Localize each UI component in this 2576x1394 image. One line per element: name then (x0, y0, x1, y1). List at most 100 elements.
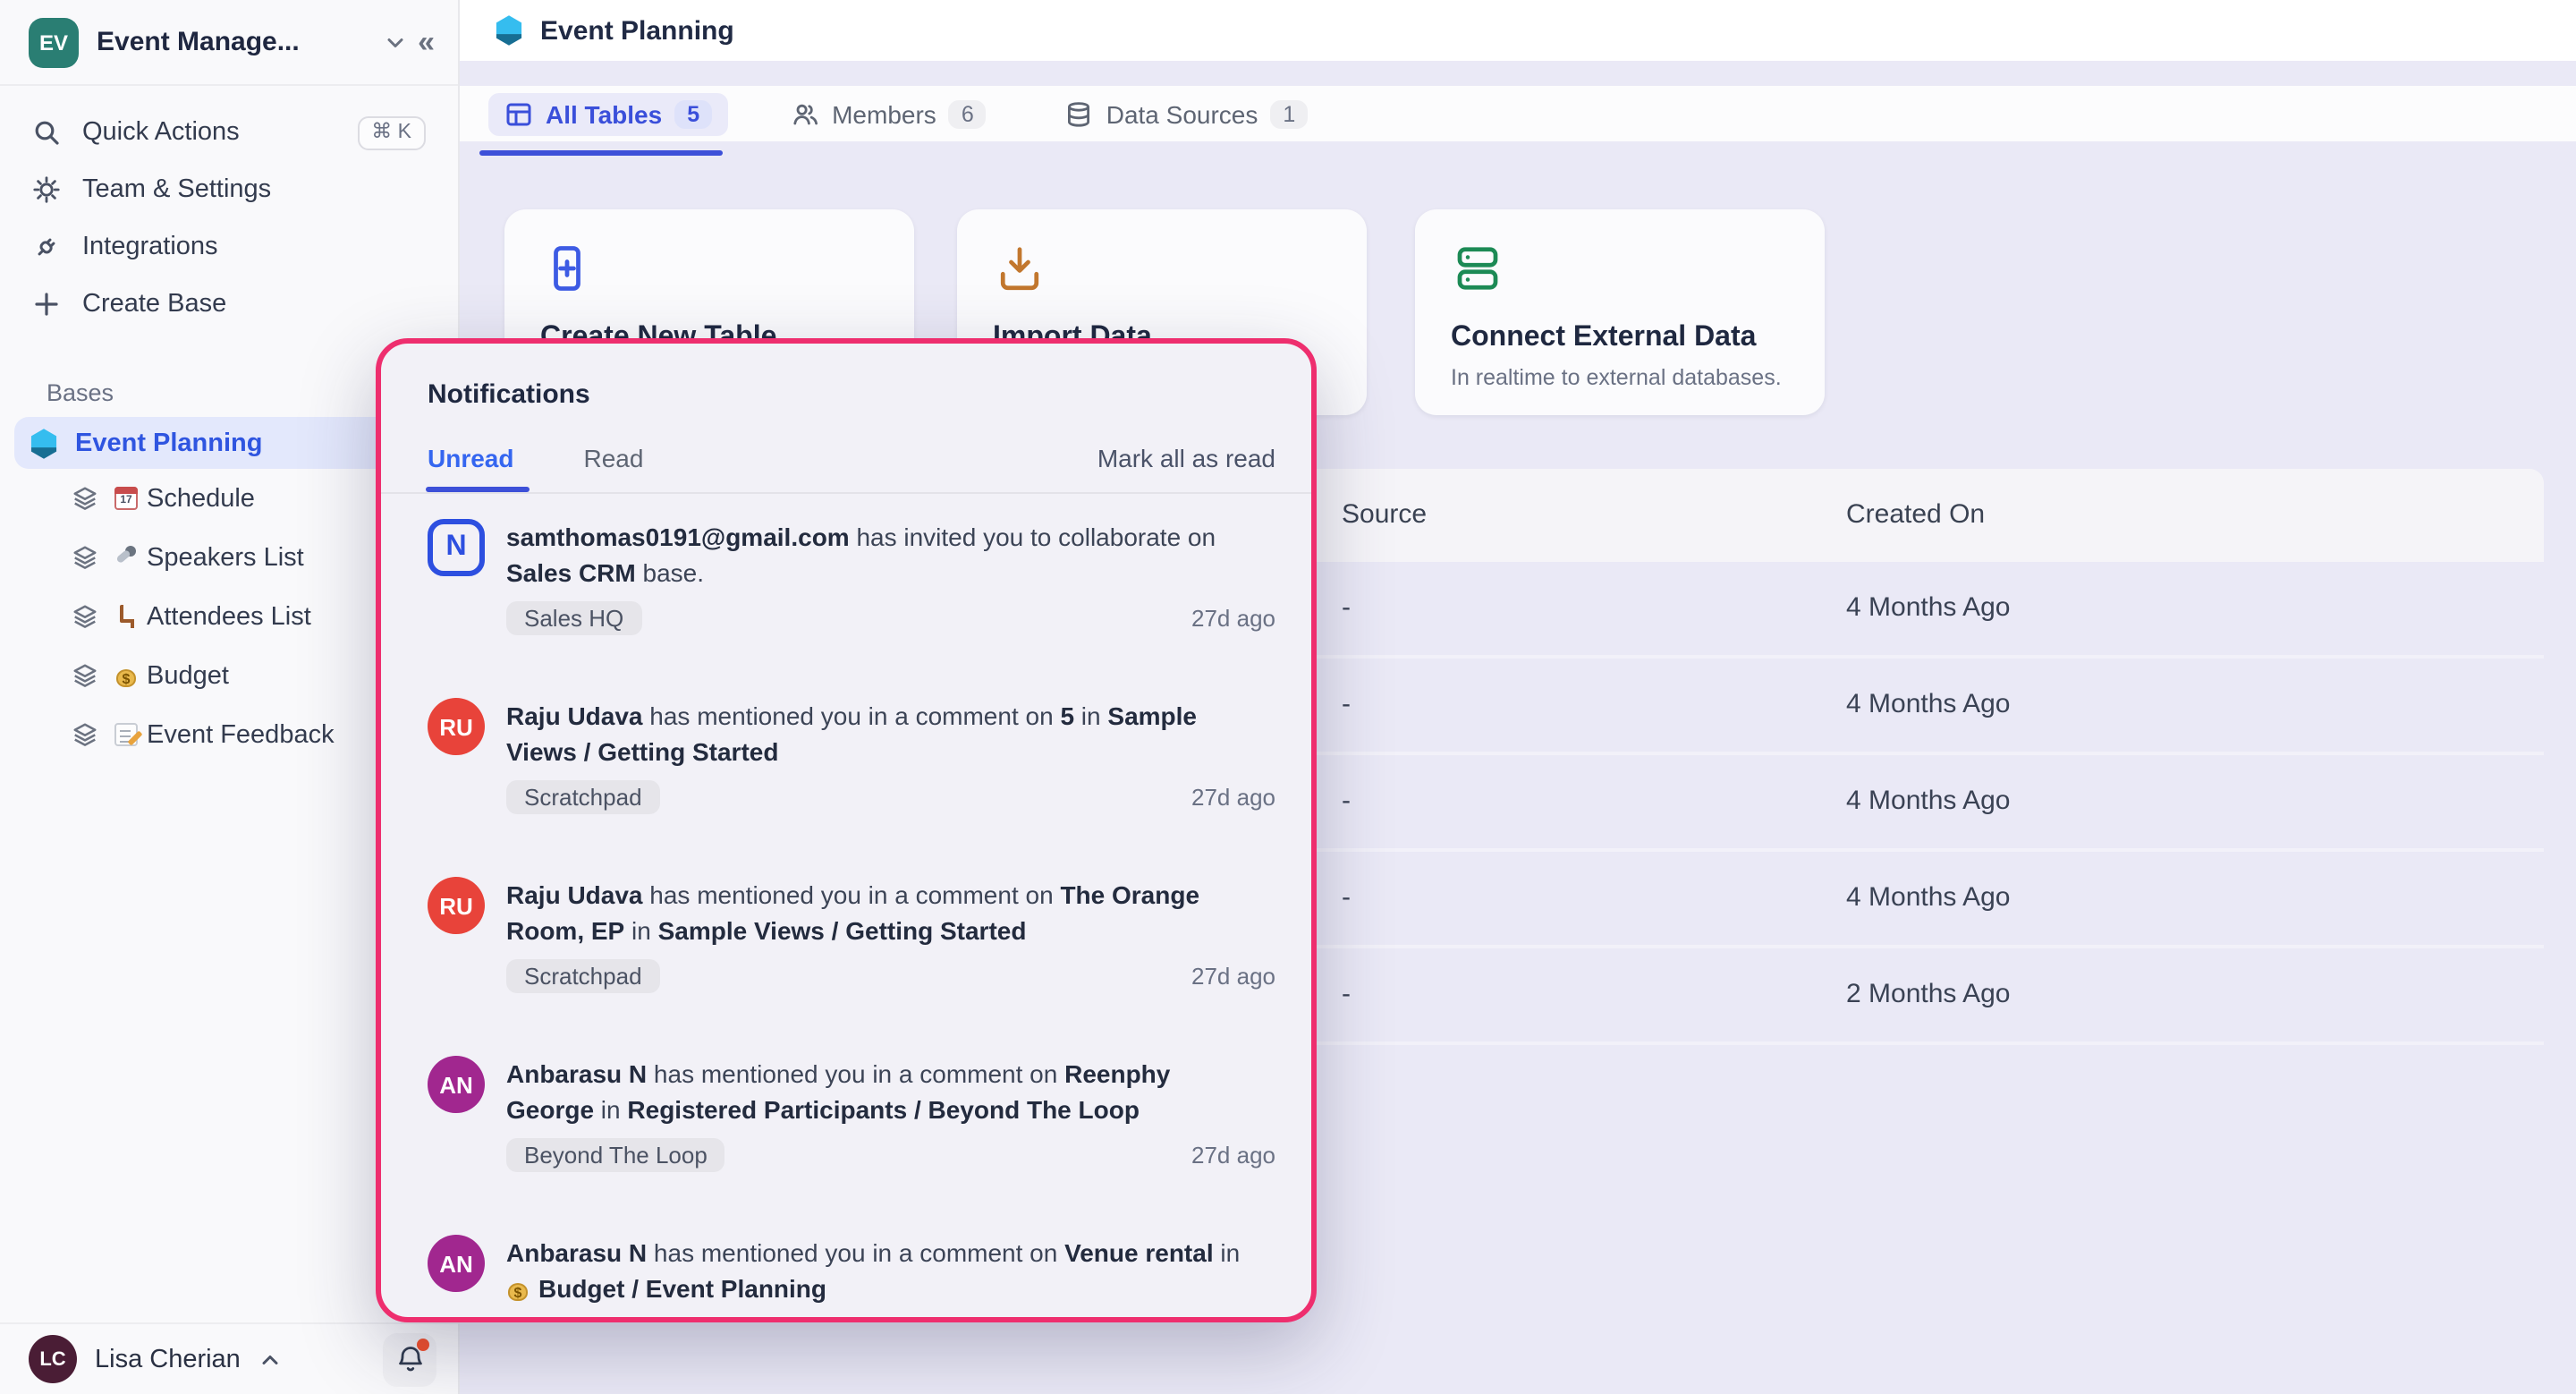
nocodb-logo-icon: N (428, 519, 485, 576)
notification-time: 27d ago (1191, 784, 1275, 811)
memo-emoji-icon (114, 723, 138, 746)
notification-item[interactable]: RU Raju Udava has mentioned you in a com… (381, 673, 1311, 852)
sidebar-item-label: Integrations (82, 233, 426, 261)
notification-text: Anbarasu N has mentioned you in a commen… (506, 1235, 1254, 1306)
notification-item[interactable]: RU Raju Udava has mentioned you in a com… (381, 852, 1311, 1031)
avatar: AN (428, 1056, 485, 1113)
tab-read[interactable]: Read (583, 444, 643, 472)
table-stack-icon (72, 662, 98, 689)
base-tabs: All Tables 5 Members 6 Data Sources 1 (460, 86, 2576, 141)
cell-created-on: 4 Months Ago (1846, 659, 2010, 752)
table-name: Attendees List (147, 602, 311, 631)
cell-created-on: 4 Months Ago (1846, 755, 2010, 848)
notification-item[interactable]: AN Anbarasu N has mentioned you in a com… (381, 1210, 1311, 1322)
notification-text: Anbarasu N has mentioned you in a commen… (506, 1056, 1254, 1127)
tab-unread[interactable]: Unread (428, 444, 513, 472)
column-header-created-on[interactable]: Created On (1846, 469, 1985, 562)
notifications-tabs: Unread Read Mark all as read (381, 444, 1311, 494)
notification-text: Raju Udava has mentioned you in a commen… (506, 877, 1254, 948)
workspace-badge: EV (29, 17, 79, 67)
topbar: Event Planning (460, 0, 2576, 61)
notifications-bell-button[interactable] (383, 1332, 436, 1386)
sidebar-item-quick-actions[interactable]: Quick Actions ⌘ K (14, 104, 444, 161)
users-icon (791, 99, 819, 128)
sidebar-item-label: Quick Actions (82, 118, 357, 147)
server-icon (1451, 242, 1504, 295)
moneybag-emoji-icon (114, 664, 138, 687)
avatar: RU (428, 698, 485, 755)
mark-all-as-read-button[interactable]: Mark all as read (1097, 444, 1275, 472)
sidebar-item-team-settings[interactable]: Team & Settings (14, 161, 444, 218)
base-hexagon-icon (29, 427, 59, 459)
workspace-name: Event Manage... (97, 27, 371, 57)
tab-count-badge: 6 (949, 99, 987, 128)
table-plus-icon (540, 242, 594, 295)
sidebar-item-integrations[interactable]: Integrations (14, 218, 444, 276)
notification-time: 27d ago (1191, 963, 1275, 990)
moneybag-emoji-icon (506, 1278, 530, 1301)
plug-icon (32, 233, 61, 261)
notification-text: Raju Udava has mentioned you in a commen… (506, 698, 1254, 769)
base-chip: Beyond The Loop (506, 1138, 725, 1172)
chevron-up-icon (258, 1347, 383, 1372)
active-tab-underline (426, 487, 530, 492)
chevron-down-icon[interactable] (382, 30, 407, 55)
collapse-sidebar-icon[interactable]: « (418, 24, 433, 60)
workspace-switcher[interactable]: EV Event Manage... « (0, 0, 458, 86)
unread-indicator-dot (417, 1338, 429, 1350)
active-tab-underline (479, 150, 723, 156)
avatar: LC (29, 1335, 77, 1383)
plus-icon (32, 290, 61, 319)
cell-source: - (1342, 562, 1351, 655)
app-window: EV Event Manage... « Quick Actions ⌘ K T… (0, 0, 2576, 1394)
calendar-emoji-icon (114, 487, 138, 510)
tab-all-tables[interactable]: All Tables 5 (488, 92, 728, 135)
sidebar-item-label: Create Base (82, 290, 426, 319)
table-name: Speakers List (147, 543, 304, 572)
notification-item[interactable]: AN Anbarasu N has mentioned you in a com… (381, 1031, 1311, 1210)
user-name: Lisa Cherian (95, 1345, 241, 1373)
notifications-title: Notifications (428, 379, 1311, 410)
notification-time: 27d ago (1191, 605, 1275, 632)
microphone-emoji-icon (114, 546, 138, 569)
cell-source: - (1342, 852, 1351, 945)
sidebar-menu: Quick Actions ⌘ K Team & Settings Integr… (0, 86, 458, 333)
card-title: Connect External Data (1451, 322, 1789, 354)
sidebar-item-create-base[interactable]: Create Base (14, 276, 444, 333)
user-menu[interactable]: LC Lisa Cherian (0, 1322, 458, 1394)
base-name: Event Planning (75, 429, 263, 457)
notification-time: 27d ago (1191, 1142, 1275, 1169)
chair-emoji-icon (114, 605, 138, 628)
connect-external-data-card[interactable]: Connect External Data In realtime to ext… (1415, 209, 1825, 415)
sidebar-item-label: Team & Settings (82, 175, 426, 204)
avatar: RU (428, 877, 485, 934)
table-name: Budget (147, 661, 229, 690)
tab-label: Data Sources (1106, 99, 1258, 128)
column-header-source[interactable]: Source (1342, 469, 1427, 562)
database-icon (1065, 99, 1094, 128)
table-icon (504, 99, 533, 128)
notification-text: samthomas0191@gmail.com has invited you … (506, 519, 1254, 591)
avatar: AN (428, 1235, 485, 1292)
table-stack-icon (72, 485, 98, 512)
notifications-popup: Notifications Unread Read Mark all as re… (376, 338, 1317, 1322)
gear-icon (32, 175, 61, 204)
base-chip: Scratchpad (506, 959, 660, 993)
card-subtitle: In realtime to external databases. (1451, 365, 1789, 390)
notification-item[interactable]: N samthomas0191@gmail.com has invited yo… (381, 494, 1311, 673)
tab-count-badge: 1 (1270, 99, 1308, 128)
search-icon (32, 118, 61, 147)
table-stack-icon (72, 603, 98, 630)
tab-members[interactable]: Members 6 (775, 92, 1003, 135)
table-stack-icon (72, 721, 98, 748)
table-stack-icon (72, 544, 98, 571)
table-name: Event Feedback (147, 720, 335, 749)
tab-count-badge: 5 (674, 99, 712, 128)
download-icon (993, 242, 1046, 295)
base-hexagon-icon (494, 14, 524, 47)
tab-data-sources[interactable]: Data Sources 1 (1049, 92, 1325, 135)
base-chip: Sales HQ (506, 601, 641, 635)
cell-created-on: 2 Months Ago (1846, 948, 2010, 1041)
cell-created-on: 4 Months Ago (1846, 852, 2010, 945)
tab-label: Members (832, 99, 936, 128)
